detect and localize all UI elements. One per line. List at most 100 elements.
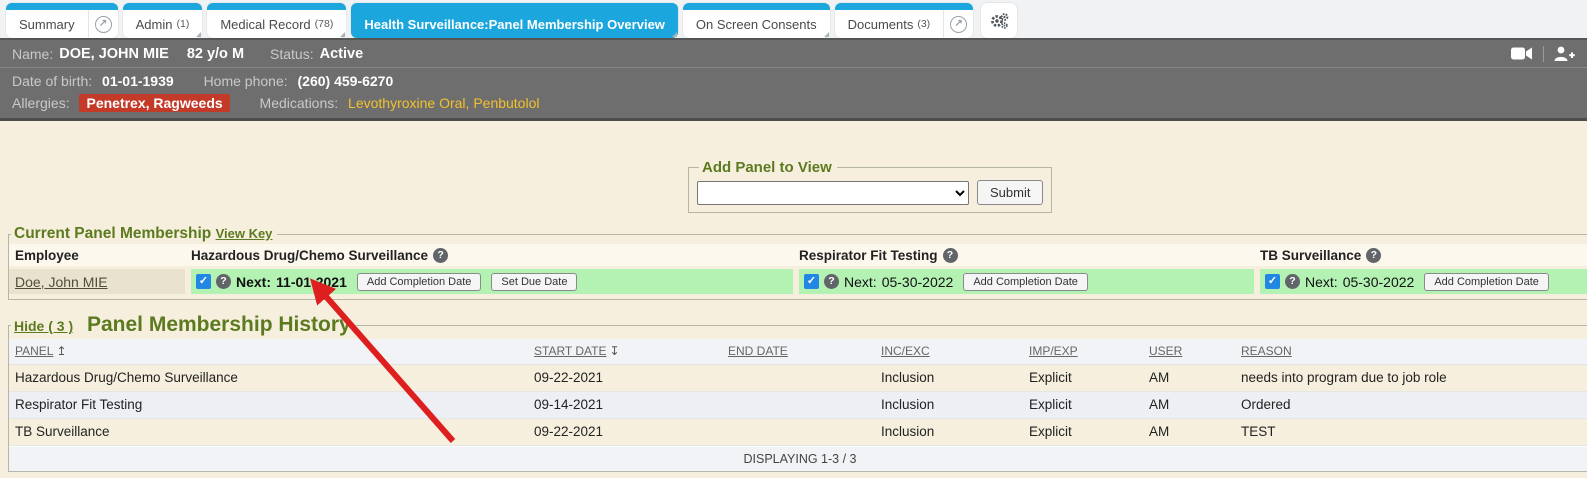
banner-icon-divider xyxy=(1543,46,1544,62)
column-header-end-date[interactable]: END DATE xyxy=(728,344,788,358)
help-icon[interactable]: ? xyxy=(943,248,958,263)
status-label: Status: xyxy=(270,46,314,62)
column-header-imp-exp[interactable]: IMP/EXP xyxy=(1029,344,1078,358)
sort-ascending-icon: ↥ xyxy=(56,344,66,358)
cell-end-date xyxy=(722,418,875,445)
cell-reason: needs into program due to job role xyxy=(1235,364,1587,391)
tab-medical-record[interactable]: Medical Record (78) xyxy=(207,3,346,38)
help-icon[interactable]: ? xyxy=(824,274,839,289)
membership-checkbox[interactable]: ✓ xyxy=(1265,274,1280,289)
tab-on-screen-consents-label: On Screen Consents xyxy=(683,10,830,38)
tab-documents-count: (3) xyxy=(917,18,930,30)
employee-cell: Doe, John MIE xyxy=(9,269,185,294)
table-row: Hazardous Drug/Chemo Surveillance 09-22-… xyxy=(9,364,1587,391)
patient-phone: (260) 459-6270 xyxy=(298,73,394,89)
medications-value: Levothyroxine Oral, Penbutolol xyxy=(348,95,539,111)
tab-summary[interactable]: Summary ↗ xyxy=(6,3,118,38)
table-row: Respirator Fit Testing 09-14-2021 Inclus… xyxy=(9,391,1587,418)
cell-imp-exp: Explicit xyxy=(1023,391,1143,418)
column-header-respirator: Respirator Fit Testing xyxy=(799,248,938,263)
tab-documents[interactable]: Documents (3) ↗ xyxy=(835,3,974,38)
patient-status: Active xyxy=(320,46,364,62)
video-camera-icon[interactable] xyxy=(1511,46,1533,61)
open-in-new-window-icon: ↗ xyxy=(95,16,112,33)
tab-on-screen-consents[interactable]: On Screen Consents xyxy=(683,3,830,38)
column-header-inc-exc[interactable]: INC/EXC xyxy=(881,344,930,358)
help-icon[interactable]: ? xyxy=(1366,248,1381,263)
medications-label: Medications: xyxy=(260,95,339,111)
column-header-tb: TB Surveillance xyxy=(1260,248,1361,263)
cell-inc-exc: Inclusion xyxy=(875,364,1023,391)
dob-label: Date of birth: xyxy=(12,73,92,89)
help-icon[interactable]: ? xyxy=(1285,274,1300,289)
add-person-icon[interactable] xyxy=(1554,46,1575,62)
add-completion-date-button[interactable]: Add Completion Date xyxy=(963,273,1088,291)
add-panel-section: Add Panel to View Submit xyxy=(688,159,1052,213)
cell-reason: TEST xyxy=(1235,418,1587,445)
next-due-date: 11-01-2021 xyxy=(276,274,347,290)
column-header-start-date[interactable]: START DATE xyxy=(534,344,606,358)
add-completion-date-button[interactable]: Add Completion Date xyxy=(357,273,482,291)
current-panel-employee-row: Doe, John MIE ✓ ? Next: 11-01-2021 Add C… xyxy=(9,269,1587,294)
view-key-link[interactable]: View Key xyxy=(216,226,273,241)
set-due-date-button[interactable]: Set Due Date xyxy=(491,273,577,291)
tab-medical-record-count: (78) xyxy=(315,18,334,30)
gears-icon xyxy=(989,12,1009,30)
employee-link[interactable]: Doe, John MIE xyxy=(15,274,108,290)
tab-admin-label: Admin xyxy=(136,17,173,32)
cell-reason: Ordered xyxy=(1235,391,1587,418)
cell-start-date: 09-22-2021 xyxy=(528,418,722,445)
phone-label: Home phone: xyxy=(204,73,288,89)
patient-name: DOE, JOHN MIE xyxy=(59,46,169,62)
history-table: PANEL↥ START DATE↧ END DATE INC/EXC IMP/… xyxy=(9,339,1587,446)
cell-inc-exc: Inclusion xyxy=(875,391,1023,418)
tb-status-cell: ✓ ? Next: 05-30-2022 Add Completion Date xyxy=(1260,269,1587,294)
column-header-hazardous: Hazardous Drug/Chemo Surveillance xyxy=(191,248,428,263)
tab-bar: Summary ↗ Admin (1) Medical Record (78) … xyxy=(0,0,1587,38)
next-label: Next: xyxy=(844,274,877,290)
sort-descending-icon: ↧ xyxy=(609,344,619,358)
allergies-label: Allergies: xyxy=(12,95,70,111)
cell-panel: TB Surveillance xyxy=(9,418,528,445)
current-panel-header-row: Employee Hazardous Drug/Chemo Surveillan… xyxy=(9,244,1587,266)
column-header-user[interactable]: USER xyxy=(1149,344,1182,358)
open-in-new-window-icon: ↗ xyxy=(950,16,967,33)
settings-button[interactable] xyxy=(981,3,1017,38)
membership-checkbox[interactable]: ✓ xyxy=(196,274,211,289)
cell-user: AM xyxy=(1143,364,1235,391)
submit-button[interactable]: Submit xyxy=(977,180,1043,205)
cell-start-date: 09-14-2021 xyxy=(528,391,722,418)
tab-health-surveillance[interactable]: Health Surveillance:Panel Membership Ove… xyxy=(351,3,678,38)
cell-end-date xyxy=(722,391,875,418)
help-icon[interactable]: ? xyxy=(433,248,448,263)
next-label: Next: xyxy=(1305,274,1338,290)
cell-panel: Hazardous Drug/Chemo Surveillance xyxy=(9,364,528,391)
documents-popout-button[interactable]: ↗ xyxy=(943,10,973,38)
membership-checkbox[interactable]: ✓ xyxy=(804,274,819,289)
current-panel-title: Current Panel Membership xyxy=(14,225,211,242)
patient-age-sex: 82 y/o M xyxy=(187,46,244,62)
column-header-panel[interactable]: PANEL xyxy=(15,344,53,358)
name-label: Name: xyxy=(12,46,53,62)
next-due-date: 05-30-2022 xyxy=(882,274,954,290)
history-header-row: PANEL↥ START DATE↧ END DATE INC/EXC IMP/… xyxy=(9,339,1587,364)
current-panel-section: Current Panel Membership View Key Employ… xyxy=(8,225,1587,300)
table-row: TB Surveillance 09-22-2021 Inclusion Exp… xyxy=(9,418,1587,445)
panel-select[interactable] xyxy=(697,181,969,205)
add-completion-date-button[interactable]: Add Completion Date xyxy=(1424,273,1549,291)
cell-panel: Respirator Fit Testing xyxy=(9,391,528,418)
history-legend: Hide ( 3 ) Panel Membership History xyxy=(11,313,356,337)
tab-admin[interactable]: Admin (1) xyxy=(123,3,203,38)
help-icon[interactable]: ? xyxy=(216,274,231,289)
patient-dob: 01-01-1939 xyxy=(102,73,174,89)
add-panel-legend: Add Panel to View xyxy=(699,159,837,176)
column-header-reason[interactable]: REASON xyxy=(1241,344,1292,358)
hide-history-link[interactable]: Hide ( 3 ) xyxy=(14,318,73,334)
respirator-status-cell: ✓ ? Next: 05-30-2022 Add Completion Date xyxy=(799,269,1254,294)
summary-popout-button[interactable]: ↗ xyxy=(88,10,118,38)
allergies-badge: Penetrex, Ragweeds xyxy=(79,94,229,112)
cell-start-date: 09-22-2021 xyxy=(528,364,722,391)
cell-inc-exc: Inclusion xyxy=(875,418,1023,445)
cell-end-date xyxy=(722,364,875,391)
tab-summary-label: Summary xyxy=(6,10,88,38)
